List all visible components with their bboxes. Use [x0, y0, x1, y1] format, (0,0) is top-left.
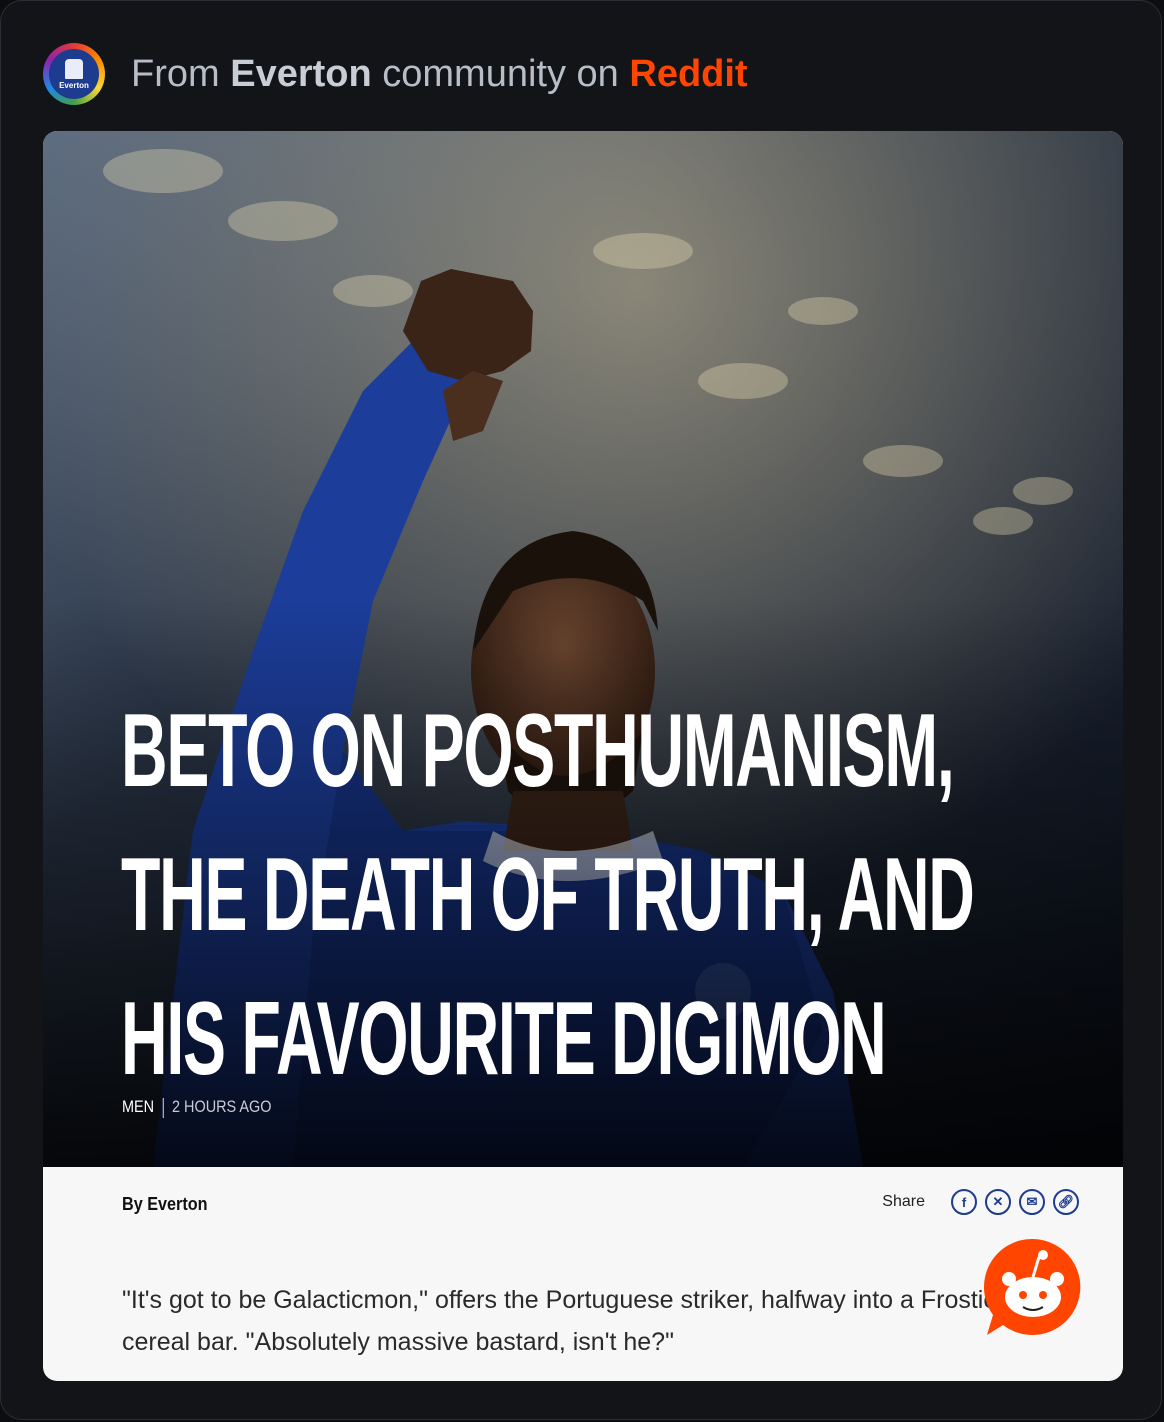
article-excerpt: "It's got to be Galacticmon," offers the…: [122, 1286, 1010, 1356]
reddit-link[interactable]: Reddit: [629, 53, 747, 95]
x-icon[interactable]: ✕: [985, 1189, 1011, 1215]
article-category[interactable]: MEN: [122, 1097, 154, 1116]
community-name[interactable]: Everton: [230, 53, 371, 95]
source-prefix: From: [131, 52, 220, 95]
email-icon[interactable]: ✉: [1019, 1189, 1045, 1215]
link-icon[interactable]: 🔗︎: [1053, 1189, 1079, 1215]
everton-crest-icon: Everton: [49, 49, 99, 99]
embed-header: Everton From Everton community on Reddit: [43, 43, 748, 105]
source-line: From Everton community on Reddit: [131, 53, 748, 96]
facebook-icon[interactable]: f: [951, 1189, 977, 1215]
article-meta: MEN 2 HOURS AGO: [122, 1097, 272, 1118]
article-time: 2 HOURS AGO: [171, 1097, 272, 1116]
source-middle: community on: [382, 52, 619, 95]
hero-image: BETO ON POSTHUMANISM, THE DEATH OF TRUTH…: [43, 131, 1123, 1167]
crest-tower-shape: [65, 58, 83, 79]
embed-frame: Everton From Everton community on Reddit: [0, 0, 1162, 1420]
share-bar: Share f ✕ ✉ 🔗︎: [882, 1189, 1079, 1215]
reddit-snoo-icon[interactable]: [981, 1235, 1085, 1339]
article-byline: By Everton: [122, 1194, 208, 1214]
share-label: Share: [882, 1193, 925, 1210]
community-avatar[interactable]: Everton: [43, 43, 105, 105]
meta-divider: [162, 1097, 164, 1118]
article-headline[interactable]: BETO ON POSTHUMANISM, THE DEATH OF TRUTH…: [121, 679, 1001, 1111]
avatar-label: Everton: [59, 80, 89, 90]
article-card[interactable]: BETO ON POSTHUMANISM, THE DEATH OF TRUTH…: [43, 131, 1123, 1381]
